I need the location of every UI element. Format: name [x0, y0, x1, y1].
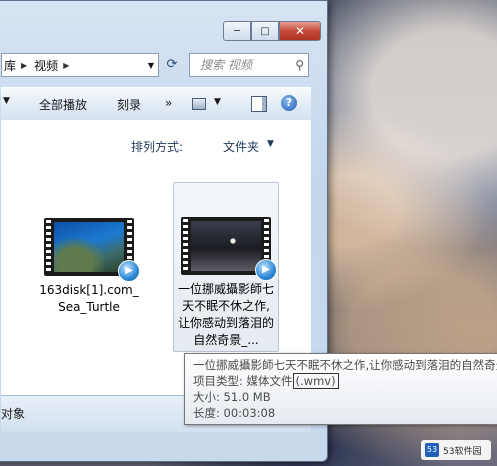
arrange-by-dropdown[interactable]: 文件夹 — [223, 138, 259, 155]
media-player-icon: ▶ — [118, 260, 140, 282]
command-bar: ▼ 全部播放 刻录 » ▼ ? — [1, 87, 311, 121]
breadcrumb-videos[interactable]: 视频 — [34, 57, 58, 74]
refresh-icon[interactable]: ⟳ — [161, 53, 183, 75]
chevron-down-icon[interactable]: ▼ — [267, 139, 274, 149]
status-text: 对象 — [1, 407, 26, 421]
organize-dropdown-icon[interactable]: ▼ — [3, 96, 10, 106]
search-icon[interactable]: ⚲ — [295, 58, 304, 72]
search-input[interactable] — [198, 57, 294, 73]
logo-mark-icon: 53 — [425, 443, 439, 457]
address-bar[interactable]: 库 ▶ 视频 ▶ ▼ — [1, 53, 159, 77]
file-name[interactable]: 一位挪威攝影師七天不眠不休之作,让你感动到落泪的自然奇景_... — [174, 281, 278, 349]
file-item-selected[interactable]: ▶ 一位挪威攝影師七天不眠不休之作,让你感动到落泪的自然奇景_... — [173, 182, 279, 352]
tooltip-length: 长度: 00:03:08 — [193, 406, 276, 420]
watermark-text: 53软件园 — [443, 446, 482, 457]
maximize-button[interactable]: □ — [251, 21, 279, 41]
more-commands-button[interactable]: » — [165, 96, 172, 110]
arrange-by-label: 排列方式: — [131, 140, 184, 154]
views-icon[interactable] — [192, 98, 206, 110]
tooltip-type-label: 项目类型: 媒体文件 — [193, 374, 293, 388]
file-name[interactable]: 163disk[1].com_Sea_Turtle — [37, 282, 141, 316]
search-box[interactable]: ⚲ — [189, 53, 309, 77]
burn-button[interactable]: 刻录 — [117, 96, 141, 113]
tooltip-title: 一位挪威攝影師七天不眠不休之作,让你感动到落泪的自然奇景 — [193, 358, 497, 372]
tooltip-size: 大小: 51.0 MB — [193, 390, 271, 404]
file-item[interactable]: ▶ 163disk[1].com_Sea_Turtle — [37, 218, 141, 316]
tooltip-type: 项目类型: 媒体文件 (.wmv) — [193, 373, 497, 389]
watermark-logo: 53 53软件园 — [421, 440, 491, 460]
media-player-icon: ▶ — [255, 259, 277, 281]
tooltip-type-ext: (.wmv) — [292, 373, 339, 389]
chevron-down-icon[interactable]: ▼ — [148, 61, 154, 70]
preview-pane-icon[interactable] — [251, 96, 267, 112]
chevron-down-icon[interactable]: ▼ — [214, 97, 221, 107]
file-info-tooltip: 一位挪威攝影師七天不眠不休之作,让你感动到落泪的自然奇景 项目类型: 媒体文件(… — [184, 353, 497, 425]
play-all-button[interactable]: 全部播放 — [39, 96, 87, 113]
breadcrumb-library[interactable]: 库 — [4, 57, 16, 74]
caption-buttons: ─ □ ✕ — [223, 21, 321, 41]
chevron-right-icon[interactable]: ▶ — [63, 61, 69, 70]
sea-turtle-frame — [54, 222, 124, 272]
close-button[interactable]: ✕ — [279, 21, 321, 41]
help-icon[interactable]: ? — [281, 95, 297, 111]
chevron-right-icon[interactable]: ▶ — [21, 61, 27, 70]
minimize-button[interactable]: ─ — [223, 21, 251, 41]
video-thumbnail[interactable]: ▶ — [44, 218, 140, 282]
night-sky-frame — [191, 221, 261, 271]
video-thumbnail[interactable]: ▶ — [181, 217, 277, 281]
